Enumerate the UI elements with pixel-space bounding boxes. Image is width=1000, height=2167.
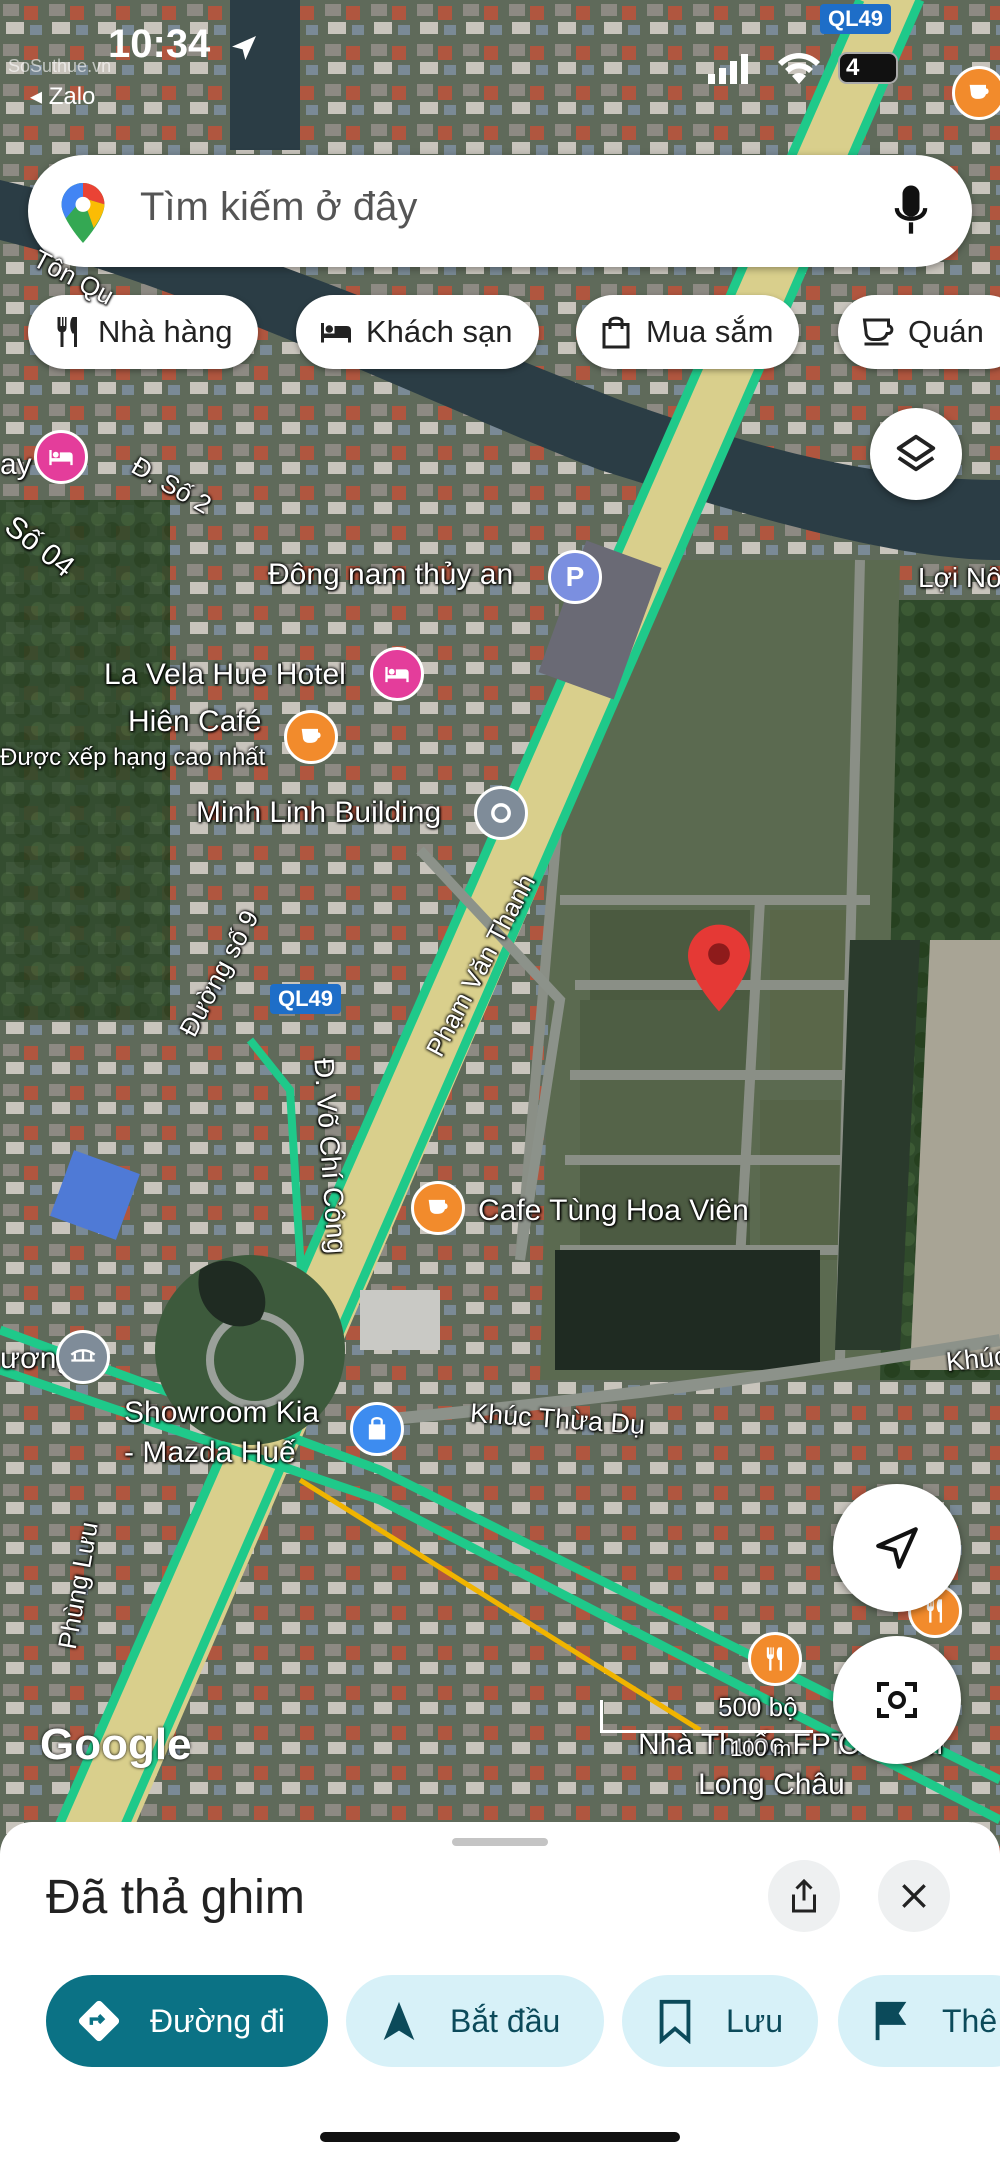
flag-icon [875,2001,907,2041]
home-indicator [320,2132,680,2142]
close-button[interactable] [878,1860,950,1932]
map-label-place: Cafe Tùng Hoa Viên [478,1194,749,1227]
coffee-icon [969,84,989,99]
coffee-icon [301,728,321,743]
share-icon [792,1878,816,1913]
restaurant-poi-marker[interactable] [748,1632,802,1686]
add-label-label: Thê [942,2002,998,2039]
google-logo: Google [40,1720,192,1769]
road-badge-ql49: QL49 [270,984,342,1014]
sheet-title: Đã thả ghim [46,1871,305,1924]
directions-icon [78,2000,120,2042]
hotel-poi-marker[interactable] [370,647,424,701]
wifi-icon [778,53,820,84]
battery-icon: 4 [838,52,898,84]
scale-label-ft: 500 bộ [718,1692,798,1722]
scale-label-m: 100 m [730,1736,792,1761]
map-label-place: ay [0,448,32,481]
cafe-poi-marker[interactable] [284,710,338,764]
chip-cafes[interactable]: Quán [838,295,1000,369]
directions-label: Đường đi [150,2002,285,2039]
hotel-poi-marker[interactable] [34,430,88,484]
map-label-place: - Mazda Huế [124,1436,296,1469]
map-label-place: Hiên Café [128,705,262,738]
coffee-icon [428,1199,448,1214]
share-button[interactable] [768,1860,840,1932]
battery-level: 4 [846,54,860,81]
sheet-drag-handle[interactable] [452,1838,548,1846]
map-layers-button[interactable] [870,408,962,500]
shopping-poi-marker[interactable] [350,1402,404,1456]
restaurant-icon [766,1647,782,1671]
hotel-icon [321,323,351,343]
cafe-poi-marker[interactable] [952,66,1000,120]
bridge-poi-marker[interactable] [56,1330,110,1384]
restaurant-icon [57,317,77,347]
add-label-button[interactable]: Thê [838,1975,1000,2067]
bookmark-icon [659,1999,691,2044]
chip-label: Mua sắm [646,314,774,349]
search-input[interactable]: Tìm kiếm ở đây [140,185,417,230]
bridge-icon [70,1349,96,1362]
hotel-icon [385,667,409,683]
shopping-bag-icon [368,1417,386,1440]
navigation-arrow-icon [876,1527,918,1569]
map-label-place: Long Châu [698,1768,845,1801]
start-label: Bắt đầu [450,2002,561,2039]
google-lens-button[interactable] [833,1636,961,1764]
map-label-rating: Được xếp hạng cao nhất [0,744,266,771]
chip-label: Khách sạn [366,314,513,349]
watermark: SoSuthue.vn [8,56,112,76]
signal-icon [708,54,748,84]
start-button[interactable]: Bắt đầu [346,1975,604,2067]
search-bar[interactable]: Tìm kiếm ở đây [28,155,972,267]
directions-button[interactable]: Đường đi [46,1975,328,2067]
navigation-arrow-icon [383,2001,415,2041]
google-maps-logo-icon [61,183,105,243]
coffee-icon [862,318,894,346]
microphone-icon[interactable] [894,185,928,237]
chip-label: Quán [908,314,984,349]
hotel-icon [49,450,73,466]
my-location-button[interactable] [833,1484,961,1612]
shopping-bag-icon [602,316,630,349]
location-arrow-icon [232,36,256,60]
chip-shopping[interactable]: Mua sắm [576,295,800,369]
road-badge-ql49: QL49 [820,4,892,34]
dropped-pin-marker[interactable] [688,924,750,1012]
map-label-place: Lợi Nô [918,562,1000,593]
back-to-app-link[interactable]: ◂ Zalo [30,82,95,111]
map-label-street: Khúc [944,1340,1000,1378]
parking-poi-marker[interactable]: P [548,550,602,604]
cafe-poi-marker[interactable] [411,1181,465,1235]
chip-label: Nhà hàng [98,314,233,349]
layers-icon [896,434,936,472]
map-label-place: Showroom Kia [124,1396,320,1429]
status-time: 10:34 [108,22,211,66]
save-button[interactable]: Lưu [622,1975,818,2067]
building-poi-marker[interactable] [474,786,528,840]
parking-icon: P [565,561,585,592]
chip-hotels[interactable]: Khách sạn [296,295,539,369]
close-icon [902,1884,926,1908]
lens-camera-icon [877,1682,917,1718]
map-label-place: Đông nam thủy an [268,558,514,591]
map-label-place: La Vela Hue Hotel [104,658,346,691]
chip-restaurants[interactable]: Nhà hàng [28,295,259,369]
save-label: Lưu [726,2002,784,2039]
map-label-place: Minh Linh Building [196,796,442,829]
place-dot-icon [491,803,511,823]
